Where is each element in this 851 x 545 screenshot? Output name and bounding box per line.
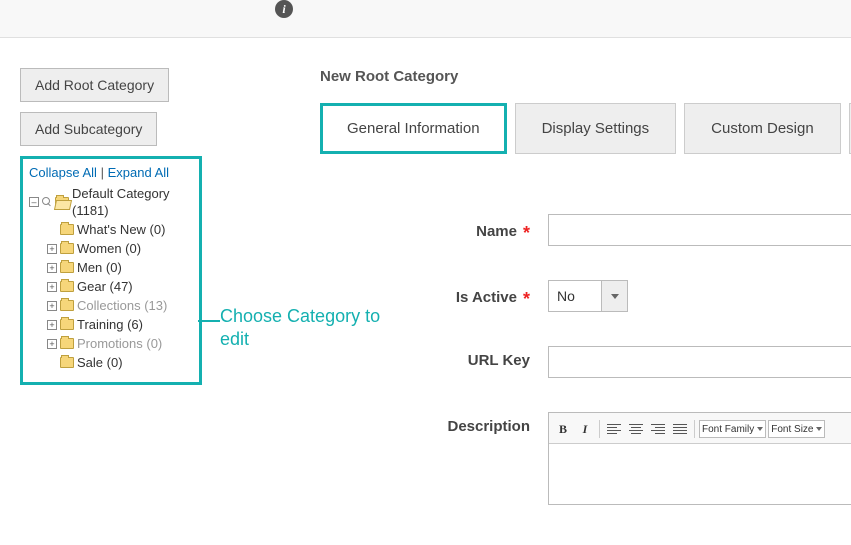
align-left-button[interactable] [604,419,624,439]
tree-node-label: Sale (0) [77,354,123,371]
description-editor: B I Font Family Font Size [548,412,851,505]
tree-node[interactable]: + Men (0) [29,258,191,277]
expand-icon[interactable]: + [47,301,57,311]
category-tree: Collapse All | Expand All – Default Cate… [20,156,202,385]
editor-toolbar: B I Font Family Font Size [549,413,851,444]
tree-node[interactable]: + Training (6) [29,315,191,334]
expand-all-link[interactable]: Expand All [108,165,169,180]
tab-general-information[interactable]: General Information [320,103,507,154]
align-justify-button[interactable] [670,419,690,439]
tree-node-label: Men (0) [77,259,122,276]
annotation-connector [198,320,220,322]
tab-bar: General Information Display Settings Cus… [320,103,851,154]
tree-node-label: Collections (13) [77,297,167,314]
info-icon[interactable]: i [275,0,293,18]
is-active-select[interactable]: No [548,280,628,312]
folder-icon [60,281,74,292]
folder-icon [60,224,74,235]
chevron-down-icon[interactable] [601,281,627,311]
folder-icon [60,262,74,273]
font-size-select[interactable]: Font Size [768,420,825,438]
expand-icon[interactable]: + [47,244,57,254]
search-icon [42,197,52,207]
name-label: Name* [320,214,530,241]
tree-node[interactable]: + Collections (13) [29,296,191,315]
add-root-category-button[interactable]: Add Root Category [20,68,169,102]
tree-node[interactable]: + Gear (47) [29,277,191,296]
toolbar-divider [599,420,600,438]
collapse-icon[interactable]: – [29,197,39,207]
required-icon: * [523,289,530,309]
expand-icon[interactable]: + [47,263,57,273]
folder-icon [60,338,74,349]
tree-node[interactable]: What's New (0) [29,220,191,239]
tree-node-label: Gear (47) [77,278,133,295]
tab-custom-design[interactable]: Custom Design [684,103,841,154]
font-family-select[interactable]: Font Family [699,420,766,438]
tree-controls: Collapse All | Expand All [29,165,191,180]
annotation-text: Choose Category to edit [220,305,390,352]
tree-node[interactable]: + Women (0) [29,239,191,258]
collapse-all-link[interactable]: Collapse All [29,165,97,180]
expand-icon[interactable]: + [47,320,57,330]
tree-root-node[interactable]: – Default Category (1181) [29,184,191,220]
tree-node-label: Promotions (0) [77,335,162,352]
url-key-input[interactable] [548,346,851,378]
name-input[interactable] [548,214,851,246]
align-center-button[interactable] [626,419,646,439]
is-active-label: Is Active* [320,280,530,307]
folder-icon [60,243,74,254]
chevron-down-icon [757,427,763,431]
is-active-value: No [549,281,601,311]
folder-icon [60,319,74,330]
tree-control-separator: | [101,165,104,180]
toolbar-divider [694,420,695,438]
required-icon: * [523,223,530,243]
align-right-button[interactable] [648,419,668,439]
tab-display-settings[interactable]: Display Settings [515,103,677,154]
tree-node-label: What's New (0) [77,221,165,238]
page-title: New Root Category [320,68,851,85]
folder-icon [60,357,74,368]
add-subcategory-button[interactable]: Add Subcategory [20,112,157,146]
description-label: Description [320,412,530,435]
chevron-down-icon [816,427,822,431]
tree-node-label: Training (6) [77,316,143,333]
tree-node-label: Default Category (1181) [72,185,191,219]
tree-node-label: Women (0) [77,240,141,257]
expand-icon[interactable]: + [47,282,57,292]
top-header: i [0,0,851,38]
bold-button[interactable]: B [553,419,573,439]
italic-button[interactable]: I [575,419,595,439]
folder-icon [60,300,74,311]
tree-node[interactable]: Sale (0) [29,353,191,372]
tree-node[interactable]: + Promotions (0) [29,334,191,353]
folder-open-icon [55,197,69,208]
expand-icon[interactable]: + [47,339,57,349]
editor-body[interactable] [549,444,851,504]
